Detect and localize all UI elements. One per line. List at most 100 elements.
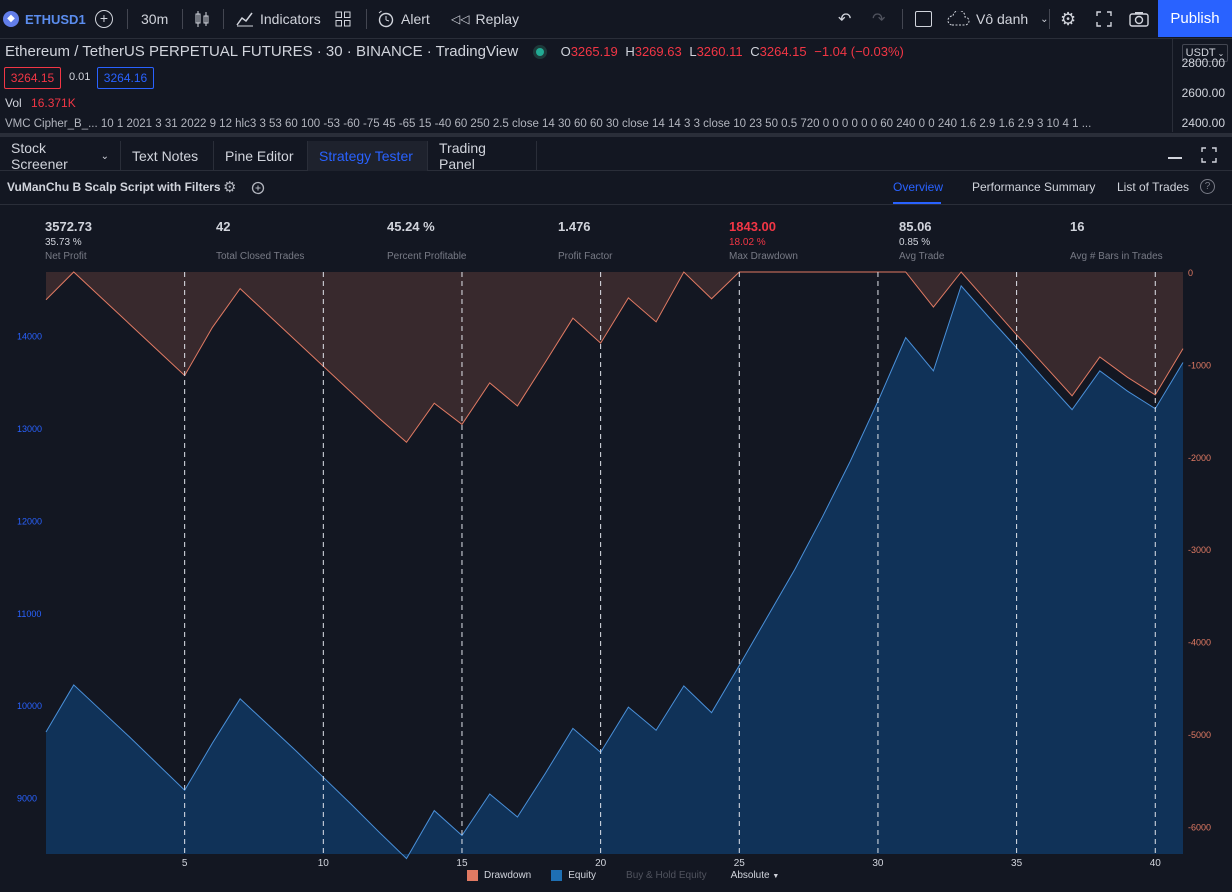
alert-label: Alert (401, 11, 430, 27)
equity-tick-label: 9000 (17, 794, 37, 804)
tab-strategy-tester[interactable]: Strategy Tester (308, 141, 428, 171)
strategy-settings-gear-icon[interactable]: ⚙ (223, 178, 236, 196)
indicators-label: Indicators (260, 11, 321, 27)
x-tick-label: 5 (182, 858, 188, 867)
toolbar-divider (223, 9, 224, 29)
toolbar-divider (182, 9, 183, 29)
drawdown-tick-label: -6000 (1188, 822, 1211, 832)
x-tick-label: 30 (872, 858, 884, 867)
tab-pine-editor[interactable]: Pine Editor (214, 141, 308, 171)
cloud-icon (947, 11, 970, 26)
add-alert-icon[interactable] (250, 179, 266, 195)
legend-buy-hold-equity[interactable]: Buy & Hold Equity (626, 870, 707, 881)
replay-label: Replay (475, 11, 520, 27)
interval-label: 30m (141, 11, 169, 27)
gear-icon: ⚙ (1060, 8, 1077, 29)
drawdown-tick-label: -2000 (1188, 453, 1211, 463)
candles-icon (195, 11, 209, 27)
subtab-performance-summary[interactable]: Performance Summary (972, 180, 1095, 194)
compare-button[interactable]: + (95, 0, 113, 38)
chart-type-button[interactable] (194, 0, 210, 38)
templates-button[interactable] (335, 0, 351, 38)
bottom-panel-tabs: Stock Screener ⌄ Text Notes Pine Editor … (0, 133, 1232, 172)
ethereum-logo-icon: ◆ (3, 11, 19, 27)
legend-drawdown[interactable]: Drawdown (484, 870, 531, 881)
alarm-clock-icon (378, 10, 394, 28)
square-icon (915, 11, 932, 27)
chevron-down-icon: ⌄ (100, 150, 109, 162)
indicators-icon (236, 12, 253, 27)
x-tick-label: 15 (456, 858, 468, 867)
toolbar-divider (127, 9, 128, 29)
help-icon[interactable]: ? (1200, 179, 1215, 194)
chevron-down-icon: ⌄ (1040, 13, 1049, 25)
market-status-dot-icon (536, 48, 545, 57)
equity-tick-label: 13000 (17, 424, 42, 434)
drawdown-tick-label: -5000 (1188, 730, 1211, 740)
x-tick-label: 10 (318, 858, 330, 867)
redo-button[interactable]: ↷ (872, 0, 885, 38)
subtab-list-of-trades[interactable]: List of Trades (1117, 180, 1189, 194)
indicator-legend[interactable]: VMC Cipher_B_... 10 1 2021 3 31 2022 9 1… (5, 118, 1165, 130)
caret-down-icon: ▼ (772, 873, 780, 880)
interval-button[interactable]: 30m (141, 0, 168, 38)
symbol-description[interactable]: Ethereum / TetherUS PERPETUAL FUTURES · … (5, 43, 518, 60)
drawdown-tick-label: -3000 (1188, 545, 1211, 555)
undo-button[interactable]: ↶ (838, 0, 851, 38)
grid-icon (335, 11, 351, 27)
symbol-label: ETHUSD1 (25, 11, 86, 27)
toolbar-divider (902, 9, 903, 29)
x-tick-label: 20 (595, 858, 607, 867)
price-tick: 2400.00 (1181, 116, 1225, 130)
drawdown-tick-label: 0 (1188, 268, 1193, 278)
equity-drawdown-chart[interactable]: 5 10 15 20 25 30 35 40 14000 13000 12000 11000 10000… (0, 205, 1232, 867)
fullscreen-layout-button[interactable] (915, 0, 932, 38)
minimize-icon[interactable] (1168, 157, 1182, 159)
tab-trading-panel[interactable]: Trading Panel (428, 140, 537, 172)
drawdown-tick-label: -1000 (1188, 360, 1211, 370)
x-tick-label: 25 (734, 858, 746, 867)
x-tick-label: 40 (1150, 858, 1162, 867)
x-tick-label: 35 (1011, 858, 1023, 867)
equity-tick-label: 12000 (17, 516, 42, 526)
redo-icon: ↷ (872, 11, 886, 28)
sell-price-button[interactable]: 3264.15 (4, 67, 61, 89)
toolbar-divider (366, 9, 367, 29)
rewind-icon: ◁◁ (451, 12, 470, 26)
price-tick: 2600.00 (1181, 86, 1225, 100)
tab-text-notes[interactable]: Text Notes (121, 141, 214, 171)
camera-icon (1129, 12, 1149, 27)
snapshot-button[interactable] (1129, 0, 1149, 38)
subtab-overview[interactable]: Overview (893, 180, 943, 194)
equity-tick-label: 14000 (17, 332, 42, 342)
alert-button[interactable]: Alert (377, 0, 430, 38)
drawdown-swatch (467, 870, 478, 881)
layout-name-button[interactable]: Vô danh ⌄ (946, 0, 1049, 38)
layout-name-label: Vô danh (976, 11, 1029, 27)
buy-price-button[interactable]: 3264.16 (97, 67, 154, 89)
price-scale[interactable]: USDT ⌄ 2800.00 2600.00 2400.00 (1172, 38, 1232, 132)
price-tick: 2800.00 (1181, 56, 1225, 70)
symbol-search[interactable]: ◆ ETHUSD1 (3, 0, 86, 38)
fullscreen-button[interactable] (1096, 0, 1112, 38)
legend-equity[interactable]: Equity (568, 870, 596, 881)
spread-value: 0.01 (69, 71, 91, 83)
equity-swatch (551, 870, 563, 881)
indicators-button[interactable]: Indicators (236, 0, 321, 38)
maximize-icon[interactable] (1201, 147, 1217, 163)
tab-stock-screener[interactable]: Stock Screener ⌄ (0, 140, 121, 172)
replay-button[interactable]: ◁◁ Replay (451, 0, 519, 38)
drawdown-tick-label: -4000 (1188, 638, 1211, 648)
equity-tick-label: 10000 (17, 701, 42, 711)
ohlc-values: O3265.19 H3269.63 L3260.11 C3264.15 −1.0… (560, 44, 904, 59)
strategy-name: VuManChu B Scalp Script with Filters (7, 180, 221, 194)
chart-legend: Ethereum / TetherUS PERPETUAL FUTURES · … (5, 43, 904, 60)
publish-button[interactable]: Publish (1158, 0, 1232, 37)
chart-legend-bar: Drawdown Equity Buy & Hold Equity Absolu… (467, 870, 779, 881)
plus-circle-icon: + (95, 10, 113, 28)
settings-button[interactable]: ⚙ (1060, 0, 1076, 38)
strategy-header: VuManChu B Scalp Script with Filters ⚙ O… (0, 171, 1232, 205)
top-toolbar: ◆ ETHUSD1 + 30m Indicators Alert ◁◁ Repl… (0, 0, 1232, 39)
equity-tick-label: 11000 (17, 609, 41, 619)
scale-mode-dropdown[interactable]: Absolute ▼ (731, 870, 780, 881)
